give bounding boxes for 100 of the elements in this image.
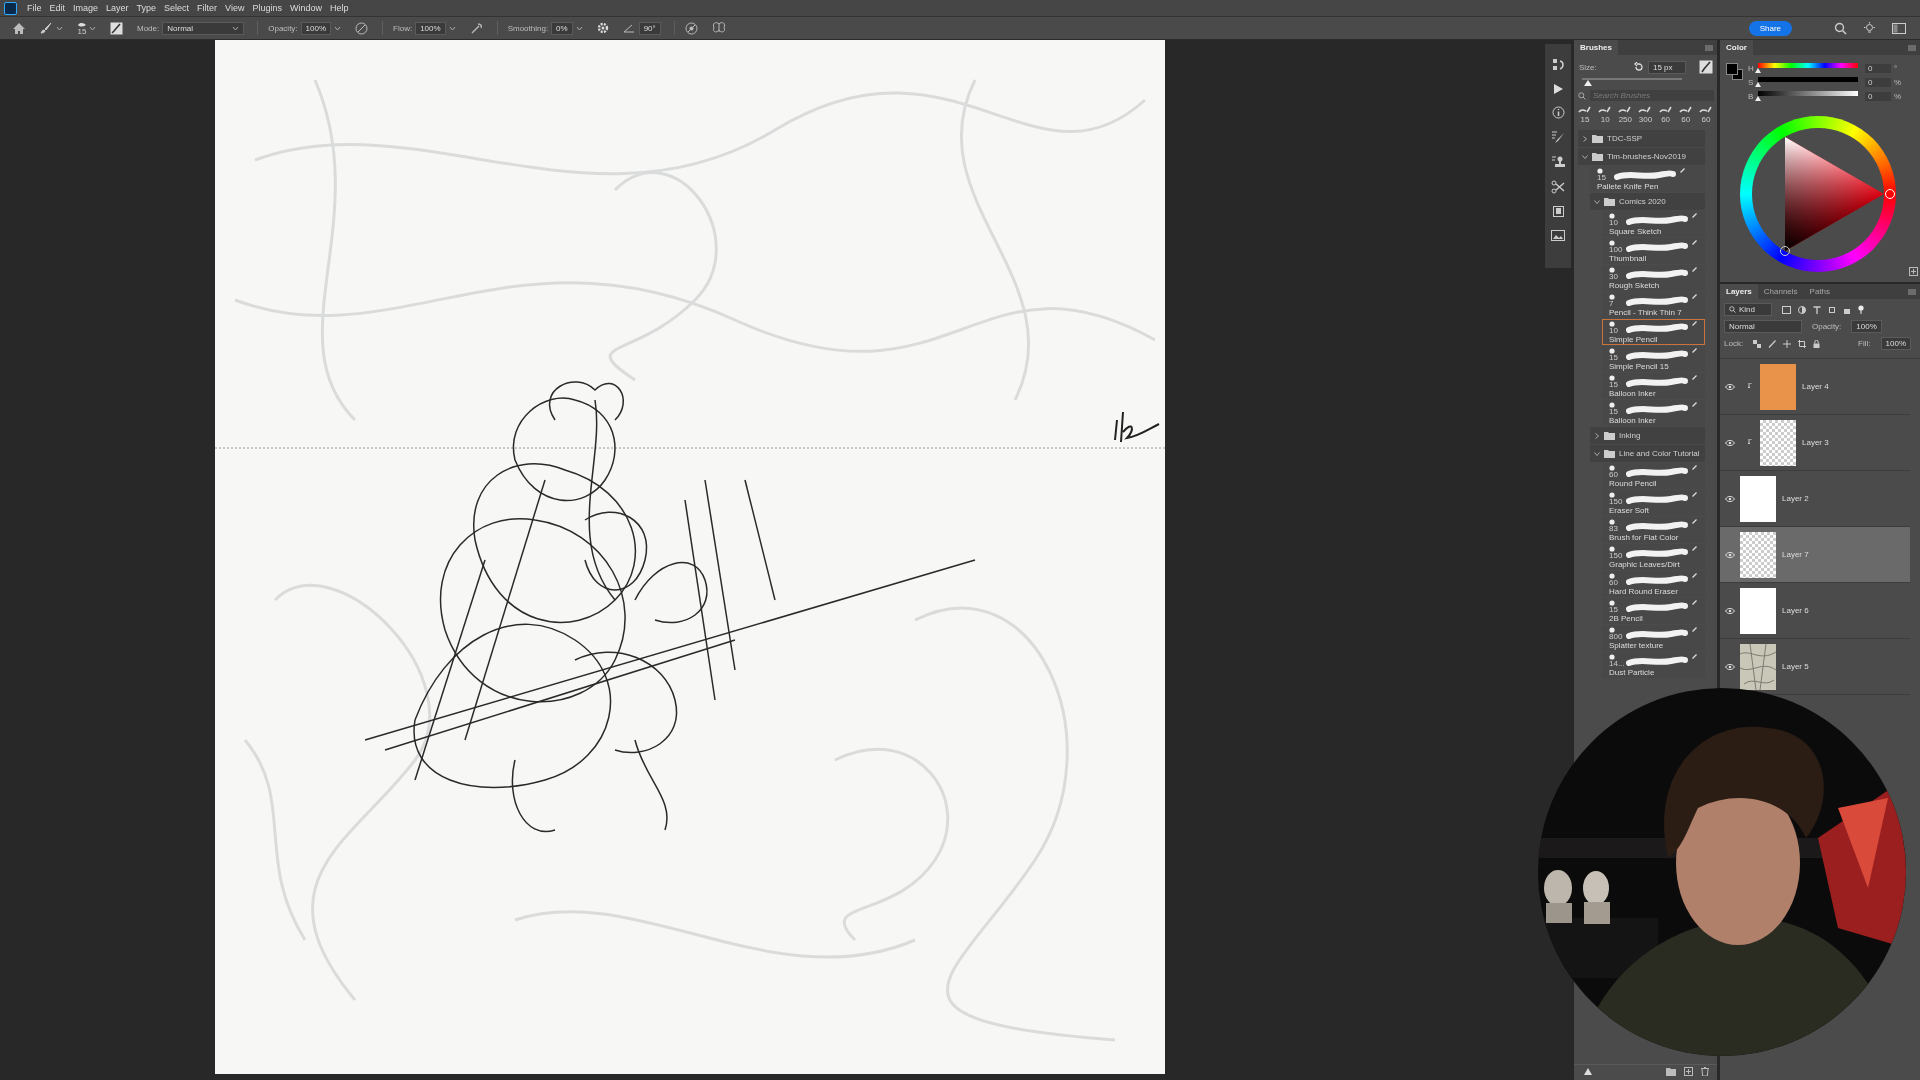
reset-icon[interactable] — [1634, 62, 1644, 72]
caret-icon[interactable] — [448, 25, 456, 31]
chevron-icon[interactable] — [1594, 432, 1600, 439]
checkerboard-icon[interactable] — [1753, 339, 1762, 348]
menu-item[interactable]: Edit — [45, 3, 70, 13]
brush-group[interactable]: Line and Color Tutorial — [1590, 445, 1705, 462]
eye-icon[interactable] — [1725, 383, 1735, 390]
chevron-icon[interactable] — [1582, 153, 1588, 160]
airbrush-icon[interactable] — [469, 21, 483, 35]
menu-item[interactable]: Image — [69, 3, 103, 13]
smoothing-field[interactable]: 0% — [551, 21, 573, 35]
caret-icon[interactable] — [56, 25, 63, 31]
recent-brush[interactable]: 300 — [1636, 106, 1655, 124]
layer-row[interactable]: Layer 4 — [1720, 359, 1910, 415]
chevron-icon[interactable] — [1594, 198, 1600, 205]
caret-icon[interactable] — [575, 25, 583, 31]
brush-group[interactable]: Tim-brushes-Nov2019 — [1578, 148, 1705, 165]
channel-value-field[interactable]: 0 — [1865, 64, 1891, 73]
new-brush-icon[interactable] — [1699, 60, 1713, 74]
new-preset-icon[interactable] — [1684, 1067, 1693, 1076]
crop-icon[interactable] — [1798, 339, 1807, 348]
brush-group[interactable]: Inking — [1590, 427, 1705, 444]
eye-icon[interactable] — [1725, 439, 1735, 446]
folder-icon[interactable] — [1666, 1067, 1676, 1076]
lightbulb-icon[interactable] — [1863, 21, 1876, 35]
pressure-opacity-icon[interactable] — [355, 21, 369, 35]
search-icon[interactable] — [1834, 21, 1847, 35]
caret-icon[interactable] — [232, 25, 240, 31]
layer-row[interactable]: Layer 2 — [1720, 471, 1910, 527]
recent-brush[interactable]: 250 — [1616, 106, 1635, 124]
color-swatch-icon[interactable] — [1726, 63, 1744, 81]
layer-row[interactable]: Layer 3 — [1720, 415, 1910, 471]
scissors-icon[interactable] — [1551, 180, 1565, 194]
book-icon[interactable] — [1551, 205, 1565, 218]
menu-item[interactable]: Type — [132, 3, 161, 13]
move-icon[interactable] — [1783, 339, 1792, 348]
color-tab[interactable]: Color — [1720, 40, 1753, 55]
brush-icon[interactable] — [1768, 339, 1777, 348]
menu-item[interactable]: Window — [286, 3, 326, 13]
trash-icon[interactable] — [1701, 1067, 1709, 1076]
share-button[interactable]: Share — [1748, 20, 1792, 36]
recent-brush[interactable]: 10 — [1596, 106, 1615, 124]
adjustment-filter-icon[interactable] — [1798, 305, 1806, 314]
angle-field[interactable]: 90° — [638, 21, 661, 35]
layer-row[interactable]: Layer 7 — [1720, 527, 1910, 583]
panel-tab[interactable]: Layers — [1720, 284, 1758, 299]
slider-thumb[interactable] — [1755, 96, 1761, 101]
gear-icon[interactable] — [596, 22, 609, 34]
history-icon[interactable] — [1551, 58, 1565, 72]
home-icon[interactable] — [12, 21, 26, 35]
brush-size-field[interactable]: 15 px — [1648, 60, 1686, 74]
butterfly-icon[interactable] — [711, 22, 726, 34]
play-icon[interactable] — [1552, 83, 1564, 95]
filter-dropdown[interactable]: Kind — [1724, 303, 1772, 316]
type-filter-icon[interactable] — [1813, 305, 1821, 314]
menu-item[interactable]: Select — [160, 3, 194, 13]
brushes-tab[interactable]: Brushes — [1574, 40, 1618, 55]
brush-settings-icon[interactable] — [110, 21, 123, 35]
chevron-icon[interactable] — [1594, 450, 1600, 457]
panel-tab[interactable]: Paths — [1803, 284, 1837, 299]
menu-item[interactable]: View — [221, 3, 249, 13]
pressure-size-icon[interactable] — [684, 21, 698, 35]
flow-field[interactable]: 100% — [415, 21, 446, 35]
blend-mode-dropdown[interactable]: Normal — [1724, 320, 1802, 333]
color-slider[interactable] — [1758, 91, 1858, 102]
layer-row[interactable]: Layer 6 — [1720, 583, 1910, 639]
channel-value-field[interactable]: 0 — [1865, 92, 1891, 101]
menu-item[interactable]: File — [23, 3, 46, 13]
menu-item[interactable]: Plugins — [248, 3, 286, 13]
brush-preset[interactable]: 10 Simple Pencil — [1602, 319, 1705, 345]
opacity-field[interactable]: 100% — [1851, 320, 1882, 333]
caret-icon[interactable] — [334, 25, 342, 31]
caret-icon[interactable] — [89, 25, 96, 31]
workspace-icon[interactable] — [1892, 22, 1906, 34]
recent-brush[interactable]: 60 — [1656, 106, 1675, 124]
slider-triangle-icon[interactable] — [1584, 1068, 1592, 1075]
stamp-icon[interactable] — [1551, 155, 1565, 169]
brush-tip-icon[interactable] — [77, 21, 87, 28]
brush-group[interactable]: TDC-SSP — [1578, 130, 1705, 147]
menu-item[interactable]: Help — [326, 3, 353, 13]
lock-icon[interactable] — [1813, 339, 1821, 348]
chevron-icon[interactable] — [1582, 135, 1588, 142]
brush-group[interactable]: Comics 2020 — [1590, 193, 1705, 210]
recent-brush[interactable]: 60 — [1696, 106, 1715, 124]
eye-icon[interactable] — [1725, 663, 1735, 670]
brush-icon[interactable] — [40, 22, 52, 34]
eye-icon[interactable] — [1725, 551, 1735, 558]
fill-field[interactable]: 100% — [1880, 337, 1911, 350]
add-icon[interactable] — [1909, 267, 1918, 276]
menu-item[interactable]: Layer — [102, 3, 133, 13]
eye-icon[interactable] — [1725, 495, 1735, 502]
mode-dropdown[interactable]: Normal — [162, 21, 245, 35]
image-icon[interactable] — [1551, 229, 1565, 241]
menu-item[interactable]: Filter — [193, 3, 222, 13]
recent-brush[interactable]: 60 — [1676, 106, 1695, 124]
eye-icon[interactable] — [1725, 607, 1735, 614]
panel-tab[interactable]: Channels — [1757, 284, 1804, 299]
info-icon[interactable] — [1551, 106, 1565, 119]
recent-brush[interactable]: 15 — [1576, 106, 1595, 124]
filter-toggle-icon[interactable] — [1858, 305, 1864, 314]
